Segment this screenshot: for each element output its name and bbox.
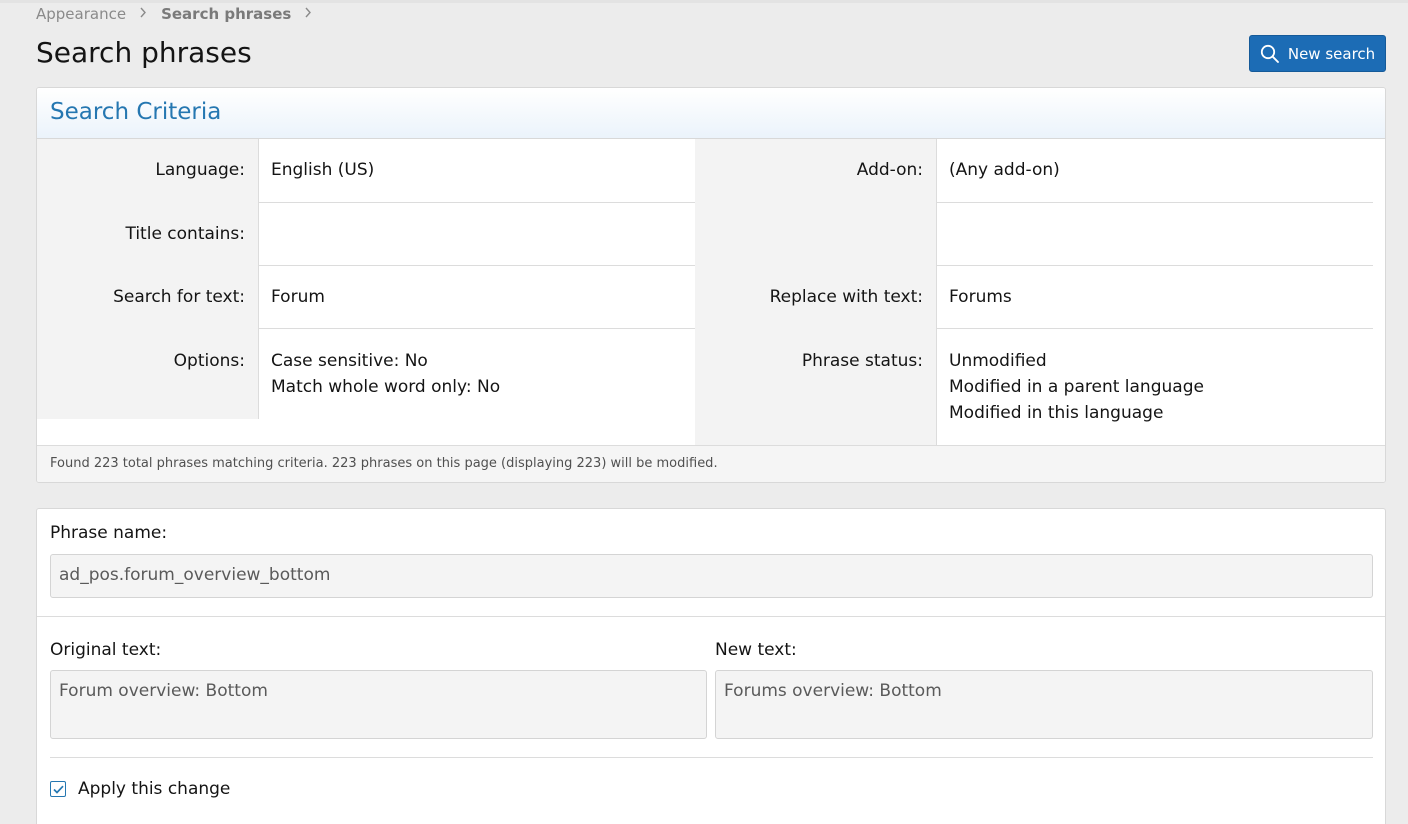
new-search-button[interactable]: New search [1249, 35, 1386, 72]
row-divider [936, 328, 1373, 329]
apply-change-label[interactable]: Apply this change [78, 779, 230, 799]
breadcrumb-appearance[interactable]: Appearance [36, 5, 126, 23]
search-icon [1260, 44, 1280, 64]
section-divider [37, 616, 1385, 617]
status-modified-this: Modified in this language [949, 403, 1164, 423]
phrase-panel: Phrase name: ad_pos.forum_overview_botto… [36, 508, 1386, 824]
options-values: Case sensitive: No Match whole word only… [271, 348, 500, 400]
new-text-field[interactable]: Forums overview: Bottom [715, 670, 1373, 739]
criteria-title: Search Criteria [50, 99, 222, 125]
row-divider [936, 265, 1373, 266]
top-border [0, 0, 1408, 3]
chevron-right-icon [139, 7, 147, 22]
apply-change-checkbox[interactable] [50, 781, 66, 797]
option-case-sensitive: Case sensitive: No [271, 351, 428, 371]
addon-label: Add-on: [856, 160, 923, 180]
addon-value: (Any add-on) [949, 160, 1060, 180]
section-divider [50, 757, 1373, 758]
row-divider [936, 202, 1373, 203]
original-text-field[interactable]: Forum overview: Bottom [50, 670, 707, 739]
status-unmodified: Unmodified [949, 351, 1047, 371]
breadcrumb-search-phrases[interactable]: Search phrases [161, 5, 291, 23]
column-gutter [695, 139, 715, 445]
title-contains-label: Title contains: [125, 224, 245, 244]
phrase-name-label: Phrase name: [50, 523, 168, 543]
search-criteria-panel: Search Criteria Language: Title contains… [36, 87, 1386, 483]
original-text-label: Original text: [50, 640, 162, 660]
new-search-label: New search [1287, 44, 1376, 63]
search-text-label: Search for text: [113, 287, 245, 307]
status-label: Phrase status: [801, 351, 923, 371]
replace-value: Forums [949, 287, 1012, 307]
left-divider [258, 139, 259, 419]
options-label: Options: [173, 351, 245, 371]
status-modified-parent: Modified in a parent language [949, 377, 1204, 397]
criteria-footer: Found 223 total phrases matching criteri… [37, 445, 1385, 482]
breadcrumb: Appearance Search phrases [36, 5, 326, 23]
chevron-right-icon [304, 7, 312, 22]
search-text-value: Forum [271, 287, 325, 307]
right-divider [936, 139, 937, 445]
language-value: English (US) [271, 160, 375, 180]
row-divider [258, 265, 695, 266]
criteria-header: Search Criteria [37, 88, 1385, 139]
status-values: Unmodified Modified in a parent language… [949, 348, 1204, 426]
replace-label: Replace with text: [769, 287, 923, 307]
new-text-label: New text: [715, 640, 797, 660]
left-label-column [37, 139, 258, 419]
row-divider [258, 328, 695, 329]
option-whole-word: Match whole word only: No [271, 377, 501, 397]
row-divider [258, 202, 695, 203]
phrase-name-field[interactable]: ad_pos.forum_overview_bottom [50, 554, 1373, 598]
checkmark-icon [52, 785, 64, 794]
language-label: Language: [155, 160, 245, 180]
page-title: Search phrases [36, 36, 252, 69]
